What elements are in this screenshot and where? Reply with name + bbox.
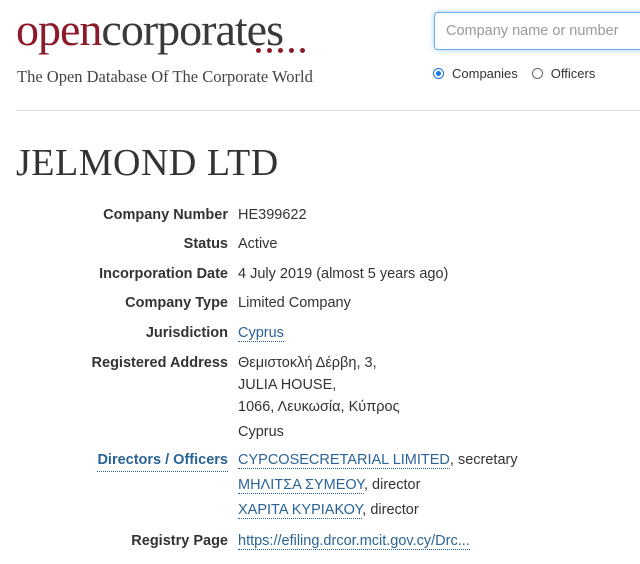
address-country: Cyprus xyxy=(238,424,284,440)
company-number-label: Company Number xyxy=(103,207,228,223)
address-line: 1066, Λευκωσία, Κύπρος xyxy=(238,399,400,415)
jurisdiction-link[interactable]: Cyprus xyxy=(238,325,284,342)
officers-list: CYPCOSECRETARIAL LIMITED, secretary ΜΗΛΙ… xyxy=(238,449,518,521)
search-type-radios: Companies Officers xyxy=(433,66,609,81)
status-label: Status xyxy=(183,236,228,252)
tagline: The Open Database Of The Corporate World xyxy=(17,67,313,86)
registry-page-link[interactable]: https://efiling.drcor.mcit.gov.cy/Drc... xyxy=(238,533,470,550)
company-type-value: Limited Company xyxy=(238,295,351,311)
registered-address-value: Θεμιστοκλή Δέρβη, 3, JULIA HOUSE, 1066, … xyxy=(238,352,400,443)
directors-officers-label[interactable]: Directors / Officers xyxy=(97,449,228,472)
companies-radio[interactable] xyxy=(433,68,444,79)
officer-item: ΜΗΛΙΤΣΑ ΣΥΜΕΟΥ, director xyxy=(238,474,518,496)
company-number-value: HE399622 xyxy=(238,207,307,223)
officers-radio[interactable] xyxy=(531,68,543,79)
officer-role: , secretary xyxy=(449,452,518,468)
officers-radio-label[interactable]: Officers xyxy=(551,66,596,81)
company-name-heading: JELMOND LTD xyxy=(16,142,279,184)
registered-address-label: Registered Address xyxy=(91,355,228,371)
officer-role: , director xyxy=(364,477,421,493)
incorporation-date-label: Incorporation Date xyxy=(99,266,228,282)
header-divider xyxy=(16,110,640,111)
logo-dots-icon xyxy=(256,48,305,53)
officer-item: ΧΑΡΙΤΑ ΚΥΡΙΑΚΟΥ, director xyxy=(238,499,518,521)
address-line: Θεμιστοκλή Δέρβη, 3, xyxy=(238,355,377,371)
incorporation-date-value: 4 July 2019 (almost 5 years ago) xyxy=(238,266,449,282)
status-value: Active xyxy=(238,236,278,252)
logo-open-text: open xyxy=(16,4,102,55)
jurisdiction-label: Jurisdiction xyxy=(145,325,228,341)
company-type-label: Company Type xyxy=(125,295,228,311)
officer-link[interactable]: ΜΗΛΙΤΣΑ ΣΥΜΕΟΥ xyxy=(238,477,364,494)
address-line: JULIA HOUSE, xyxy=(238,377,337,393)
officer-item: CYPCOSECRETARIAL LIMITED, secretary xyxy=(238,449,518,471)
search-input[interactable] xyxy=(434,12,640,50)
officer-role: , director xyxy=(362,502,419,518)
registry-page-label: Registry Page xyxy=(131,533,228,549)
officer-link[interactable]: CYPCOSECRETARIAL LIMITED xyxy=(238,452,450,469)
opencorporates-logo[interactable]: opencorporates xyxy=(16,4,284,56)
officer-link[interactable]: ΧΑΡΙΤΑ ΚΥΡΙΑΚΟΥ xyxy=(238,502,363,519)
companies-radio-label[interactable]: Companies xyxy=(452,66,518,81)
